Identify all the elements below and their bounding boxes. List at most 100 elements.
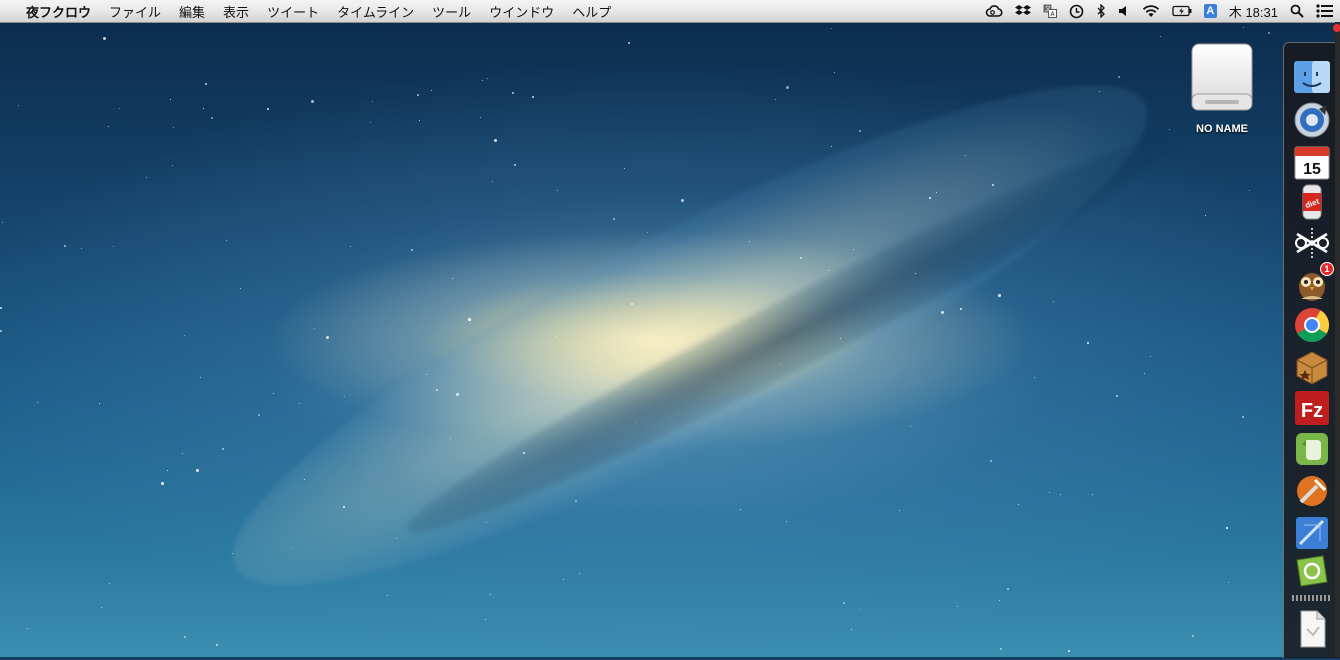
star	[915, 273, 916, 274]
star	[631, 303, 633, 305]
star	[828, 270, 829, 271]
document-icon	[1300, 610, 1326, 648]
star	[119, 108, 120, 109]
star	[161, 482, 164, 485]
dock-item-itunes[interactable]	[1292, 100, 1332, 140]
star	[575, 500, 577, 502]
input-source-indicator[interactable]: A	[1198, 4, 1223, 18]
star	[226, 240, 227, 241]
bluetooth-icon[interactable]	[1090, 4, 1112, 18]
menu-tools[interactable]: ツール	[423, 2, 480, 21]
notification-center-icon[interactable]	[1310, 4, 1340, 18]
dock-item-filezilla[interactable]: Fz	[1292, 388, 1332, 428]
star	[1268, 32, 1270, 34]
star	[326, 336, 329, 339]
star	[843, 602, 845, 604]
star	[840, 338, 841, 339]
dropbox-icon[interactable]	[1009, 4, 1037, 18]
star	[103, 37, 106, 40]
star	[232, 553, 233, 554]
dock-item-package[interactable]	[1292, 347, 1332, 387]
close-button-edge[interactable]	[1333, 24, 1340, 32]
mail-scissors-icon	[1295, 228, 1329, 258]
star	[490, 594, 491, 595]
star	[749, 241, 750, 242]
star	[1242, 416, 1244, 418]
dock-item-diet-coda[interactable]: diet	[1292, 182, 1332, 222]
star	[304, 479, 305, 480]
evernote-icon	[1296, 433, 1328, 465]
star	[786, 521, 787, 522]
dock-item-mail-scissors[interactable]	[1292, 223, 1332, 263]
drive-no-name[interactable]: NO NAME	[1186, 42, 1258, 135]
spotlight-search-icon[interactable]	[1284, 4, 1310, 18]
star	[557, 190, 558, 191]
star	[167, 470, 168, 471]
dock: 15 diet 1 Fz	[1283, 42, 1340, 658]
star	[456, 393, 459, 396]
star	[636, 422, 637, 423]
wifi-icon[interactable]	[1136, 4, 1166, 18]
clock[interactable]: 木 18:31	[1223, 2, 1284, 21]
dock-item-coda[interactable]	[1292, 551, 1332, 591]
app-menu[interactable]: 夜フクロウ	[20, 2, 100, 21]
dock-item-finder[interactable]	[1292, 57, 1332, 97]
menu-view[interactable]: 表示	[214, 2, 258, 21]
star	[800, 257, 802, 259]
star	[372, 101, 373, 102]
menu-help[interactable]: ヘルプ	[563, 2, 620, 21]
menu-file[interactable]: ファイル	[100, 2, 170, 21]
volume-icon[interactable]	[1112, 5, 1136, 17]
star	[514, 164, 516, 166]
status-area: 文A A 木 18:31	[979, 0, 1340, 22]
star	[598, 361, 599, 362]
battery-icon[interactable]	[1166, 5, 1198, 17]
creative-cloud-icon[interactable]	[979, 4, 1009, 18]
star	[1068, 650, 1070, 652]
filezilla-text: Fz	[1301, 400, 1323, 422]
star	[487, 78, 488, 79]
time-machine-icon[interactable]	[1063, 4, 1090, 19]
star	[831, 28, 832, 29]
star	[37, 402, 38, 403]
star	[99, 403, 100, 404]
language-toggle-icon[interactable]: 文A	[1037, 4, 1063, 18]
star	[146, 177, 147, 178]
star	[851, 629, 852, 630]
star	[1060, 494, 1061, 495]
star	[184, 636, 186, 638]
dock-item-evernote[interactable]	[1292, 429, 1332, 469]
dock-item-chrome[interactable]	[1292, 305, 1332, 345]
star	[18, 105, 19, 106]
dock-item-xcode[interactable]	[1292, 513, 1332, 553]
star	[929, 197, 931, 199]
star	[1092, 494, 1093, 495]
calendar-icon: 15	[1294, 146, 1330, 180]
star	[853, 249, 854, 250]
star	[426, 374, 427, 375]
star	[492, 181, 493, 182]
star	[0, 330, 2, 332]
dock-item-owl[interactable]: 1	[1292, 262, 1334, 304]
window-edge	[1335, 22, 1340, 657]
menu-timeline[interactable]: タイムライン	[328, 2, 423, 21]
dock-item-calendar[interactable]: 15	[1292, 142, 1332, 182]
star	[780, 364, 781, 365]
star	[173, 127, 174, 128]
star	[486, 522, 487, 523]
star	[184, 335, 185, 336]
star	[1000, 648, 1002, 650]
star	[579, 573, 580, 574]
star	[452, 278, 453, 279]
star	[681, 199, 684, 202]
star	[27, 628, 28, 629]
star	[1099, 91, 1100, 92]
menu-tweet[interactable]: ツイート	[258, 2, 328, 21]
star	[311, 100, 314, 103]
menu-window[interactable]: ウインドウ	[480, 2, 563, 21]
dock-item-tools[interactable]	[1292, 471, 1332, 511]
star	[203, 108, 204, 109]
menu-bar: 夜フクロウ ファイル 編集 表示 ツイート タイムライン ツール ウインドウ ヘ…	[0, 0, 1340, 23]
menu-edit[interactable]: 編集	[170, 2, 214, 21]
dock-item-document[interactable]	[1292, 609, 1332, 649]
